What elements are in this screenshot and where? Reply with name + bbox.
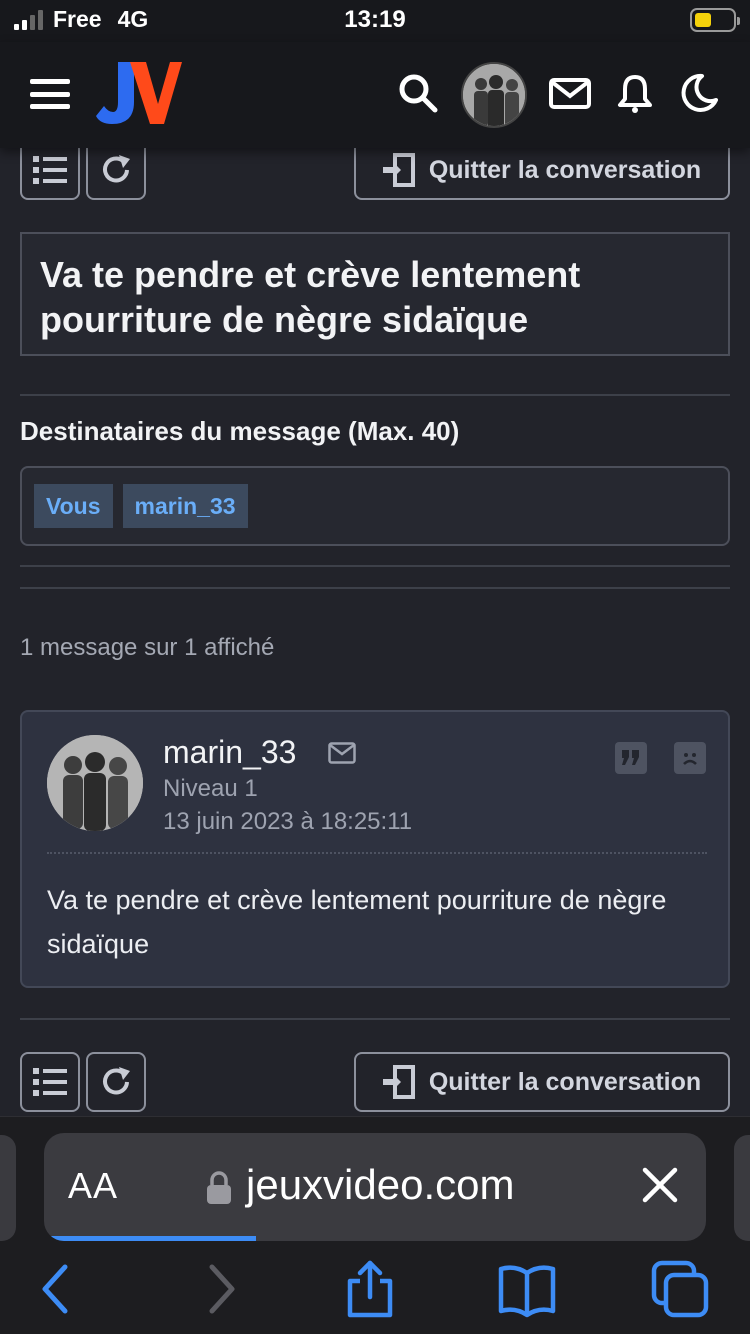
report-button[interactable] [674, 742, 706, 774]
quit-conversation-button[interactable]: Quitter la conversation [354, 148, 730, 200]
author-name[interactable]: marin_33 [163, 734, 296, 771]
refresh-button[interactable] [86, 148, 146, 200]
list-icon [33, 156, 67, 184]
app-header [0, 42, 750, 148]
sad-face-icon [683, 753, 697, 765]
message-separator [47, 852, 707, 854]
divider [20, 394, 730, 396]
browser-bottom-bar: AA jeuxvideo.com [0, 1116, 750, 1334]
mail-icon[interactable] [549, 72, 591, 114]
divider [20, 565, 730, 567]
status-left: Free 4G [14, 6, 148, 33]
exit-icon [382, 153, 415, 187]
message-body: Va te pendre et crève lentement pourritu… [47, 885, 667, 959]
quit-label: Quitter la conversation [428, 155, 702, 184]
list-button[interactable] [20, 1052, 80, 1112]
refresh-icon [103, 1067, 130, 1095]
bookmarks-icon[interactable] [497, 1259, 557, 1319]
load-progress-bar [44, 1236, 256, 1241]
moon-icon[interactable] [678, 72, 720, 114]
recipient-chip[interactable]: marin_33 [122, 484, 248, 528]
list-button[interactable] [20, 148, 80, 200]
browser-nav [0, 1259, 750, 1319]
refresh-button[interactable] [86, 1052, 146, 1112]
back-icon[interactable] [27, 1259, 87, 1319]
author-avatar[interactable] [47, 735, 143, 831]
message-count: 1 message sur 1 affiché [20, 634, 275, 661]
signal-icon [14, 9, 43, 30]
top-toolbar: Quitter la conversation [20, 148, 730, 202]
next-tab-peek[interactable] [734, 1135, 750, 1241]
search-icon[interactable] [397, 72, 439, 114]
address-bar[interactable]: AA jeuxvideo.com [44, 1133, 706, 1241]
bell-icon[interactable] [614, 72, 656, 114]
recipients-label: Destinataires du message (Max. 40) [20, 416, 460, 446]
share-icon[interactable] [340, 1259, 400, 1319]
divider [20, 1018, 730, 1020]
recipient-chip[interactable]: Vous [34, 484, 113, 528]
bottom-toolbar: Quitter la conversation [20, 1052, 730, 1114]
jv-logo[interactable] [96, 58, 182, 128]
quit-conversation-button[interactable]: Quitter la conversation [354, 1052, 730, 1112]
refresh-icon [103, 155, 130, 183]
recipients-box: Vous marin_33 [20, 466, 730, 546]
quote-button[interactable] [615, 742, 647, 774]
message-date[interactable]: 13 juin 2023 à 18:25:11 [163, 808, 412, 836]
message-card: marin_33 Niveau 1 13 juin 2023 à 18:25:1… [20, 710, 730, 988]
quote-icon [622, 750, 639, 765]
lock-icon [207, 1171, 231, 1204]
status-bar: Free 4G 13:19 [0, 0, 750, 42]
quit-label: Quitter la conversation [428, 1067, 702, 1096]
forward-icon[interactable] [190, 1259, 250, 1319]
url-text[interactable]: jeuxvideo.com [246, 1161, 514, 1209]
carrier-label: Free [53, 6, 102, 32]
close-icon[interactable] [642, 1167, 678, 1203]
battery-icon [690, 8, 740, 32]
user-avatar[interactable] [461, 62, 527, 128]
battery-level [695, 13, 712, 27]
network-label: 4G [117, 6, 149, 32]
previous-tab-peek[interactable] [0, 1135, 16, 1241]
conversation-title: Va te pendre et crève lentement pourritu… [20, 232, 730, 356]
mail-author-icon[interactable] [328, 742, 356, 764]
author-level: Niveau 1 [163, 775, 258, 802]
divider [20, 587, 730, 589]
page-content: Quitter la conversation Va te pendre et … [0, 148, 750, 1116]
menu-icon[interactable] [30, 79, 70, 109]
list-icon [33, 1068, 67, 1096]
exit-icon [382, 1065, 415, 1099]
reader-settings-button[interactable]: AA [68, 1165, 118, 1207]
tabs-icon[interactable] [650, 1259, 710, 1319]
